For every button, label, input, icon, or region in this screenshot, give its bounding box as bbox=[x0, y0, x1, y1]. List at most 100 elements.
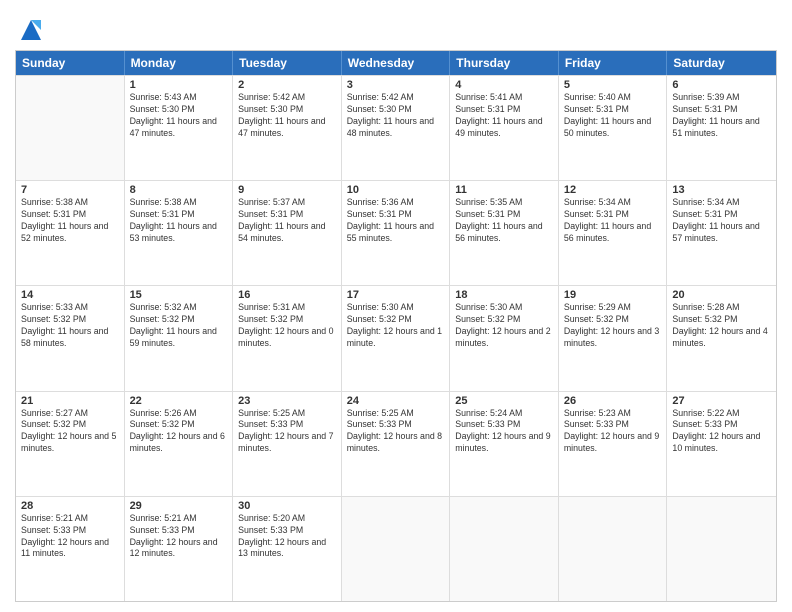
day-number: 26 bbox=[564, 395, 662, 407]
day-info: Sunrise: 5:33 AMSunset: 5:32 PMDaylight:… bbox=[21, 302, 119, 350]
calendar-row: 28Sunrise: 5:21 AMSunset: 5:33 PMDayligh… bbox=[16, 496, 776, 601]
calendar-cell: 14Sunrise: 5:33 AMSunset: 5:32 PMDayligh… bbox=[16, 286, 125, 390]
day-number: 25 bbox=[455, 395, 553, 407]
day-info: Sunrise: 5:41 AMSunset: 5:31 PMDaylight:… bbox=[455, 92, 553, 140]
day-info: Sunrise: 5:36 AMSunset: 5:31 PMDaylight:… bbox=[347, 197, 445, 245]
calendar-header: SundayMondayTuesdayWednesdayThursdayFrid… bbox=[16, 51, 776, 75]
day-number: 23 bbox=[238, 395, 336, 407]
day-info: Sunrise: 5:42 AMSunset: 5:30 PMDaylight:… bbox=[347, 92, 445, 140]
day-number: 12 bbox=[564, 184, 662, 196]
header bbox=[15, 10, 777, 44]
calendar-cell: 16Sunrise: 5:31 AMSunset: 5:32 PMDayligh… bbox=[233, 286, 342, 390]
header-day: Monday bbox=[125, 51, 234, 75]
calendar-row: 7Sunrise: 5:38 AMSunset: 5:31 PMDaylight… bbox=[16, 180, 776, 285]
day-info: Sunrise: 5:27 AMSunset: 5:32 PMDaylight:… bbox=[21, 408, 119, 456]
calendar-cell: 7Sunrise: 5:38 AMSunset: 5:31 PMDaylight… bbox=[16, 181, 125, 285]
day-info: Sunrise: 5:37 AMSunset: 5:31 PMDaylight:… bbox=[238, 197, 336, 245]
day-number: 4 bbox=[455, 79, 553, 91]
calendar-row: 14Sunrise: 5:33 AMSunset: 5:32 PMDayligh… bbox=[16, 285, 776, 390]
header-day: Saturday bbox=[667, 51, 776, 75]
day-info: Sunrise: 5:39 AMSunset: 5:31 PMDaylight:… bbox=[672, 92, 771, 140]
day-info: Sunrise: 5:23 AMSunset: 5:33 PMDaylight:… bbox=[564, 408, 662, 456]
day-number: 6 bbox=[672, 79, 771, 91]
logo-icon bbox=[17, 16, 45, 44]
day-number: 21 bbox=[21, 395, 119, 407]
calendar-cell: 23Sunrise: 5:25 AMSunset: 5:33 PMDayligh… bbox=[233, 392, 342, 496]
day-info: Sunrise: 5:24 AMSunset: 5:33 PMDaylight:… bbox=[455, 408, 553, 456]
day-number: 19 bbox=[564, 289, 662, 301]
calendar-row: 21Sunrise: 5:27 AMSunset: 5:32 PMDayligh… bbox=[16, 391, 776, 496]
day-number: 5 bbox=[564, 79, 662, 91]
calendar-cell: 2Sunrise: 5:42 AMSunset: 5:30 PMDaylight… bbox=[233, 76, 342, 180]
calendar-cell: 13Sunrise: 5:34 AMSunset: 5:31 PMDayligh… bbox=[667, 181, 776, 285]
header-day: Sunday bbox=[16, 51, 125, 75]
day-info: Sunrise: 5:31 AMSunset: 5:32 PMDaylight:… bbox=[238, 302, 336, 350]
day-number: 27 bbox=[672, 395, 771, 407]
calendar-cell bbox=[559, 497, 668, 601]
calendar-cell: 5Sunrise: 5:40 AMSunset: 5:31 PMDaylight… bbox=[559, 76, 668, 180]
day-number: 30 bbox=[238, 500, 336, 512]
header-day: Thursday bbox=[450, 51, 559, 75]
day-number: 29 bbox=[130, 500, 228, 512]
calendar-cell bbox=[16, 76, 125, 180]
calendar-cell: 28Sunrise: 5:21 AMSunset: 5:33 PMDayligh… bbox=[16, 497, 125, 601]
calendar-cell bbox=[667, 497, 776, 601]
calendar-cell: 11Sunrise: 5:35 AMSunset: 5:31 PMDayligh… bbox=[450, 181, 559, 285]
day-number: 22 bbox=[130, 395, 228, 407]
calendar-cell: 19Sunrise: 5:29 AMSunset: 5:32 PMDayligh… bbox=[559, 286, 668, 390]
logo bbox=[15, 14, 45, 44]
calendar-cell: 3Sunrise: 5:42 AMSunset: 5:30 PMDaylight… bbox=[342, 76, 451, 180]
day-number: 15 bbox=[130, 289, 228, 301]
day-number: 13 bbox=[672, 184, 771, 196]
day-number: 28 bbox=[21, 500, 119, 512]
day-info: Sunrise: 5:25 AMSunset: 5:33 PMDaylight:… bbox=[347, 408, 445, 456]
day-number: 1 bbox=[130, 79, 228, 91]
calendar-cell: 21Sunrise: 5:27 AMSunset: 5:32 PMDayligh… bbox=[16, 392, 125, 496]
calendar-body: 1Sunrise: 5:43 AMSunset: 5:30 PMDaylight… bbox=[16, 75, 776, 601]
day-info: Sunrise: 5:42 AMSunset: 5:30 PMDaylight:… bbox=[238, 92, 336, 140]
day-info: Sunrise: 5:20 AMSunset: 5:33 PMDaylight:… bbox=[238, 513, 336, 561]
calendar-cell: 6Sunrise: 5:39 AMSunset: 5:31 PMDaylight… bbox=[667, 76, 776, 180]
calendar-cell: 27Sunrise: 5:22 AMSunset: 5:33 PMDayligh… bbox=[667, 392, 776, 496]
calendar-cell: 15Sunrise: 5:32 AMSunset: 5:32 PMDayligh… bbox=[125, 286, 234, 390]
day-number: 24 bbox=[347, 395, 445, 407]
day-info: Sunrise: 5:40 AMSunset: 5:31 PMDaylight:… bbox=[564, 92, 662, 140]
day-info: Sunrise: 5:29 AMSunset: 5:32 PMDaylight:… bbox=[564, 302, 662, 350]
day-number: 3 bbox=[347, 79, 445, 91]
day-info: Sunrise: 5:32 AMSunset: 5:32 PMDaylight:… bbox=[130, 302, 228, 350]
calendar-cell: 17Sunrise: 5:30 AMSunset: 5:32 PMDayligh… bbox=[342, 286, 451, 390]
header-day: Wednesday bbox=[342, 51, 451, 75]
calendar: SundayMondayTuesdayWednesdayThursdayFrid… bbox=[15, 50, 777, 602]
calendar-cell: 22Sunrise: 5:26 AMSunset: 5:32 PMDayligh… bbox=[125, 392, 234, 496]
day-info: Sunrise: 5:43 AMSunset: 5:30 PMDaylight:… bbox=[130, 92, 228, 140]
calendar-cell: 8Sunrise: 5:38 AMSunset: 5:31 PMDaylight… bbox=[125, 181, 234, 285]
day-info: Sunrise: 5:34 AMSunset: 5:31 PMDaylight:… bbox=[672, 197, 771, 245]
header-day: Friday bbox=[559, 51, 668, 75]
calendar-row: 1Sunrise: 5:43 AMSunset: 5:30 PMDaylight… bbox=[16, 75, 776, 180]
day-number: 2 bbox=[238, 79, 336, 91]
day-info: Sunrise: 5:21 AMSunset: 5:33 PMDaylight:… bbox=[21, 513, 119, 561]
day-number: 8 bbox=[130, 184, 228, 196]
day-number: 20 bbox=[672, 289, 771, 301]
calendar-cell: 29Sunrise: 5:21 AMSunset: 5:33 PMDayligh… bbox=[125, 497, 234, 601]
header-day: Tuesday bbox=[233, 51, 342, 75]
calendar-cell: 1Sunrise: 5:43 AMSunset: 5:30 PMDaylight… bbox=[125, 76, 234, 180]
day-number: 17 bbox=[347, 289, 445, 301]
day-info: Sunrise: 5:26 AMSunset: 5:32 PMDaylight:… bbox=[130, 408, 228, 456]
day-info: Sunrise: 5:35 AMSunset: 5:31 PMDaylight:… bbox=[455, 197, 553, 245]
calendar-cell bbox=[342, 497, 451, 601]
day-number: 16 bbox=[238, 289, 336, 301]
calendar-cell: 25Sunrise: 5:24 AMSunset: 5:33 PMDayligh… bbox=[450, 392, 559, 496]
day-number: 9 bbox=[238, 184, 336, 196]
calendar-cell: 24Sunrise: 5:25 AMSunset: 5:33 PMDayligh… bbox=[342, 392, 451, 496]
calendar-cell: 18Sunrise: 5:30 AMSunset: 5:32 PMDayligh… bbox=[450, 286, 559, 390]
calendar-cell: 26Sunrise: 5:23 AMSunset: 5:33 PMDayligh… bbox=[559, 392, 668, 496]
calendar-cell: 9Sunrise: 5:37 AMSunset: 5:31 PMDaylight… bbox=[233, 181, 342, 285]
day-info: Sunrise: 5:38 AMSunset: 5:31 PMDaylight:… bbox=[130, 197, 228, 245]
day-number: 18 bbox=[455, 289, 553, 301]
day-number: 10 bbox=[347, 184, 445, 196]
calendar-cell: 20Sunrise: 5:28 AMSunset: 5:32 PMDayligh… bbox=[667, 286, 776, 390]
calendar-cell bbox=[450, 497, 559, 601]
day-info: Sunrise: 5:34 AMSunset: 5:31 PMDaylight:… bbox=[564, 197, 662, 245]
day-info: Sunrise: 5:22 AMSunset: 5:33 PMDaylight:… bbox=[672, 408, 771, 456]
